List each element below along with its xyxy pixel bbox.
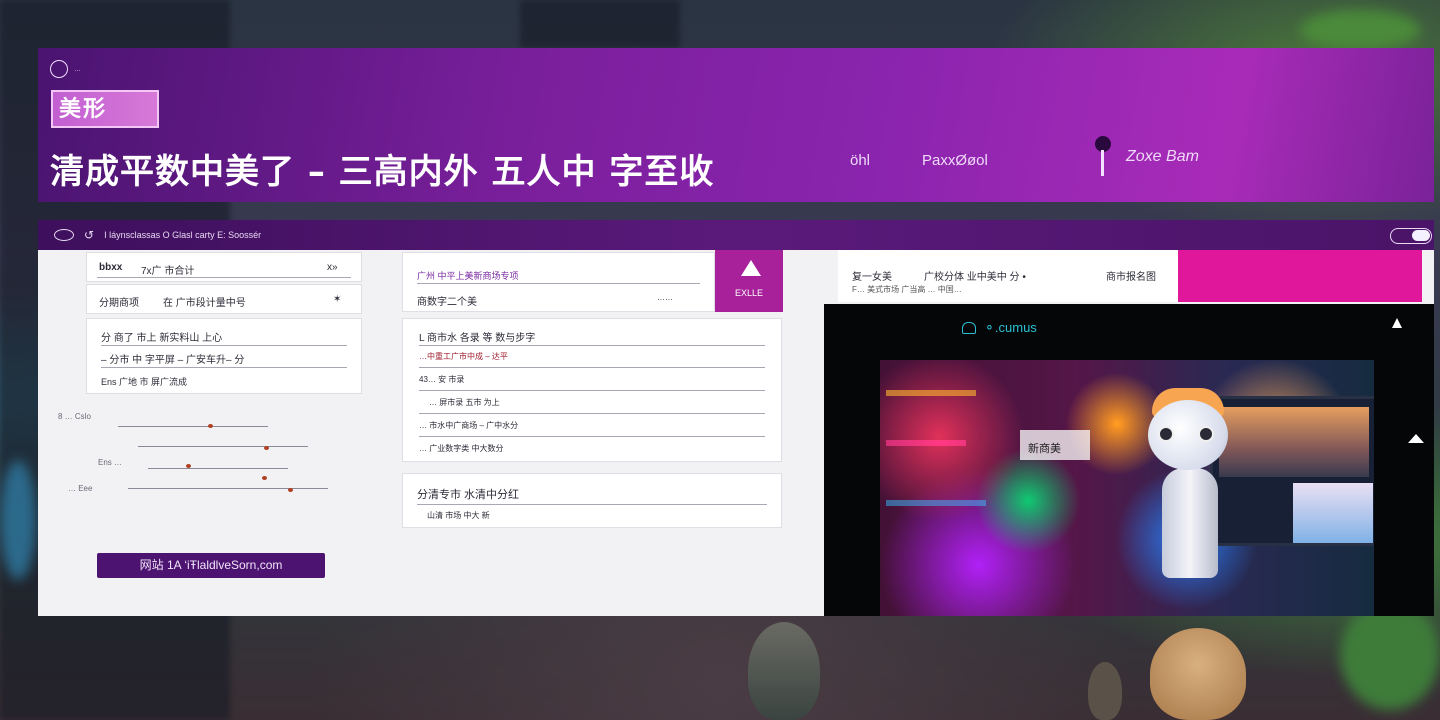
sketch-line: [128, 488, 328, 489]
left-card-3-row-3: Ens 广地 市 屏广流成: [101, 377, 188, 387]
right-bar-sub: F… 美式市场 广当高 … 中国…: [852, 285, 962, 294]
right-info-bar[interactable]: 复一女美 广校分体 业中美中 分 • 商市报名图 F… 美式市场 广当高 … 中…: [838, 250, 1222, 302]
user-profile[interactable]: Zoxe Bam: [1088, 136, 1199, 178]
left-card-1[interactable]: bbxx 7x广 市合计 x»: [86, 252, 362, 282]
sketch-line: [118, 426, 268, 427]
robot-eye-left: [1158, 426, 1174, 442]
middle-tag[interactable]: EXLLE: [715, 250, 783, 312]
user-avatar-icon: [1088, 136, 1118, 178]
foreground-figure-left: [748, 622, 820, 720]
brand-mark-icon: [50, 60, 68, 78]
foreground-figure-right: [1150, 628, 1246, 720]
sketch-dot: [208, 424, 213, 428]
media-header: ⚬.cumus: [962, 320, 1037, 336]
robot-body: [1162, 468, 1218, 578]
middle-card-3[interactable]: 分清专市 水清中分红 山清 市场 中大 新: [402, 473, 782, 528]
middle-card-2-row-5[interactable]: … 广业数字类 中大数分: [419, 443, 781, 454]
middle-card-1[interactable]: 广州 中平上美新商场专项 商数字二个美 ……: [402, 252, 715, 312]
middle-card-1-row-2-end: ……: [657, 293, 673, 302]
scene-monitor: [1210, 396, 1374, 546]
menu-oval-icon[interactable]: [54, 229, 74, 241]
divider: [101, 367, 347, 368]
media-panel[interactable]: ⚬.cumus 新商美: [824, 304, 1434, 616]
robot-head: [1148, 400, 1228, 470]
sketch-dot: [288, 488, 293, 492]
middle-card-2-row-3[interactable]: … 屏市录 五市 为上: [429, 397, 781, 408]
middle-card-2-row-1[interactable]: …中重工广市中成 – 达平: [419, 351, 781, 362]
divider: [419, 390, 765, 391]
page-title: 清成平数中美了 – 三高内外 五人中 字至收: [50, 152, 715, 192]
left-card-3-row-1: 分 商了 市上 新实料山 上心: [101, 333, 223, 344]
divider: [417, 504, 767, 505]
left-card-3: 分 商了 市上 新实料山 上心 – 分市 中 字平屏 – 广安车升– 分 Ens…: [86, 318, 362, 394]
divider: [417, 283, 700, 284]
right-accent-block: [1178, 250, 1422, 302]
middle-card-3-row: 山清 市场 中大 新: [427, 511, 490, 520]
sketch-label-1: 8 … Cslo: [58, 412, 91, 421]
divider: [97, 277, 351, 278]
foreground-figure-small: [1088, 662, 1122, 720]
middle-card-2-title: L 商市水 各录 等 数与步字: [419, 333, 536, 344]
brand-logo[interactable]: 美形: [51, 90, 159, 128]
left-card-2-end: ✶: [333, 294, 342, 305]
scene-shelf: [886, 440, 966, 446]
brand-small-text: …: [74, 65, 81, 73]
robot-eye-right: [1198, 426, 1214, 442]
middle-card-3-title: 分清专市 水清中分红: [417, 489, 520, 501]
background-glow-green: [1300, 10, 1420, 50]
divider: [419, 413, 765, 414]
nav-link-2[interactable]: PaxxØøol: [922, 152, 988, 169]
user-name: Zoxe Bam: [1126, 148, 1199, 165]
sketch-dot: [186, 464, 191, 468]
refresh-icon[interactable]: ↺: [84, 228, 94, 242]
middle-card-2-row-2[interactable]: 43… 安 市录: [419, 374, 781, 385]
divider: [419, 436, 765, 437]
middle-card-1-row-1: 广州 中平上美新商场专项: [417, 271, 519, 281]
middle-tag-label: EXLLE: [734, 288, 764, 298]
mountain-icon: [741, 260, 761, 276]
sketch-dot: [262, 476, 267, 480]
divider: [101, 345, 347, 346]
heart-icon: [962, 322, 976, 334]
website-link-button[interactable]: 网站 1A ‘iŦlaldlveSorn,com: [97, 553, 325, 578]
background-building-mid: [520, 0, 680, 48]
sketch-line: [148, 468, 288, 469]
divider: [419, 345, 765, 346]
nav-link-1[interactable]: öhl: [850, 152, 870, 169]
left-card-1-end: x»: [327, 262, 338, 273]
header-banner: … 美形 清成平数中美了 – 三高内外 五人中 字至收 öhl PaxxØøol…: [38, 48, 1434, 202]
middle-card-2-row-4[interactable]: … 市水中广商场 – 广中水分: [419, 420, 781, 431]
media-image: 新商美: [880, 360, 1374, 616]
scene-monitor-pane: [1293, 483, 1373, 543]
left-card-2[interactable]: 分期商项 在 广市段计量中号 ✶: [86, 284, 362, 314]
media-header-label: ⚬.cumus: [984, 320, 1037, 335]
divider: [419, 367, 765, 368]
sketch-area: 8 … Cslo Ens … … Eee: [58, 406, 358, 506]
window-toolbar: ↺ I láynsclassas O Glasl carty E: Soossé…: [38, 220, 1434, 250]
sketch-label-2: Ens …: [98, 458, 123, 467]
scene-shelf: [886, 500, 986, 506]
left-card-3-row-2: – 分市 中 字平屏 – 广安车升– 分: [101, 355, 245, 366]
middle-card-2: L 商市水 各录 等 数与步字 …中重工广市中成 – 达平 43… 安 市录 ……: [402, 318, 782, 462]
sketch-label-3: … Eee: [68, 484, 93, 493]
brand-small-logo[interactable]: …: [50, 60, 81, 78]
scene-label: 新商美: [1028, 443, 1061, 455]
toolbar-toggle[interactable]: [1390, 228, 1432, 244]
scene-monitor-display: [1219, 407, 1369, 477]
left-card-2-value: 在 广市段计量中号: [163, 298, 246, 309]
background-glow-foliage: [1340, 600, 1440, 710]
background-glow-blue: [0, 460, 36, 580]
sketch-dot: [264, 446, 269, 450]
main-window: ↺ I láynsclassas O Glasl carty E: Soossé…: [38, 220, 1434, 616]
scroll-up-icon[interactable]: [1408, 434, 1424, 443]
expand-icon[interactable]: [1392, 318, 1402, 328]
sketch-line: [138, 446, 308, 447]
toolbar-breadcrumb: I láynsclassas O Glasl carty E: Soossér: [104, 230, 262, 240]
scene-shelf: [886, 390, 976, 396]
